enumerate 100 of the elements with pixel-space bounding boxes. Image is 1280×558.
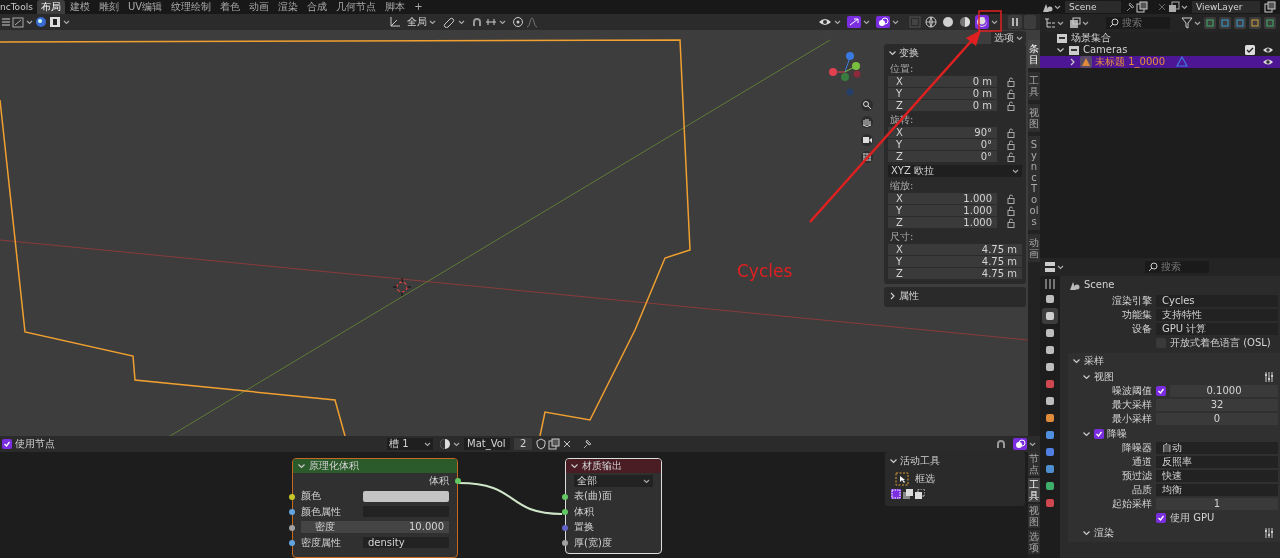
display-mode-icon[interactable] <box>1069 17 1081 29</box>
properties-icon[interactable] <box>1044 261 1056 273</box>
dropdown-field[interactable]: 快速 <box>1156 469 1278 482</box>
socket-dot[interactable] <box>289 524 295 531</box>
tool-settings-icon[interactable] <box>1044 278 1056 290</box>
workspace-tab[interactable]: 纹理绘制 <box>167 0 216 14</box>
copy-icon[interactable] <box>1136 1 1148 13</box>
gizmo-toggle-icon[interactable] <box>847 16 861 28</box>
side-tab[interactable]: 视图 <box>1028 104 1040 132</box>
outliner-icon[interactable] <box>1044 17 1056 29</box>
search-field[interactable]: 搜索 <box>1106 17 1170 29</box>
slot-dropdown[interactable]: 槽 1 <box>387 438 433 450</box>
camera-data-icon[interactable] <box>1176 56 1188 68</box>
number-field[interactable]: X 1.000 <box>888 193 997 204</box>
material-name-field[interactable]: Mat_Vol <box>464 438 510 450</box>
workspace-tab[interactable]: 渲染 <box>274 0 303 14</box>
number-field[interactable]: Y 1.000 <box>888 205 997 216</box>
outliner-row[interactable]: 场景集合 <box>1040 32 1280 44</box>
number-field[interactable]: X 0 m <box>888 76 997 87</box>
socket-dot[interactable] <box>289 493 295 500</box>
collection-button-icon[interactable] <box>1234 17 1246 29</box>
lock-icon[interactable] <box>1007 217 1017 228</box>
collection-icon[interactable] <box>1056 32 1068 44</box>
sphere-icon[interactable] <box>35 16 47 28</box>
add-workspace-button[interactable]: + <box>410 0 427 14</box>
node-header[interactable]: 原理化体积 <box>293 459 457 473</box>
node-card[interactable]: 原理化体积 体积 颜色 颜色属性 密度 10.000 密度属性 density <box>292 458 458 558</box>
checkbox[interactable] <box>2 439 12 449</box>
side-tab[interactable]: 条目 <box>1028 40 1040 68</box>
workspace-tab[interactable]: 合成 <box>303 0 332 14</box>
number-field[interactable]: Y 4.75 m <box>888 256 1022 267</box>
socket-dot[interactable] <box>562 509 568 515</box>
panel-title[interactable]: 属性 <box>899 290 919 302</box>
camera-object-icon[interactable] <box>1080 56 1092 68</box>
panel-title[interactable]: 变换 <box>899 47 919 59</box>
view-layer-field[interactable]: ViewLayer <box>1192 1 1260 13</box>
pin-icon[interactable] <box>1125 1 1135 13</box>
workspace-tab[interactable]: 建模 <box>66 0 94 14</box>
outliner-row[interactable]: 未标题 1_0000 <box>1040 56 1280 68</box>
globe-icon[interactable] <box>924 15 938 29</box>
number-field[interactable]: Y 0 m <box>888 88 997 99</box>
dropdown-field[interactable]: 支持特性 <box>1156 308 1278 321</box>
copy-icon[interactable] <box>1264 1 1276 13</box>
lock-icon[interactable] <box>1007 76 1017 87</box>
grid-icon[interactable] <box>861 151 873 163</box>
shaded-sphere-icon[interactable] <box>958 15 972 29</box>
node-header[interactable]: 材质输出 <box>566 459 661 473</box>
dropdown-field[interactable]: 自动 <box>1156 441 1278 454</box>
text-field[interactable]: density <box>363 537 449 549</box>
number-field[interactable]: 1 <box>1156 497 1278 510</box>
dropdown-field[interactable]: 均衡 <box>1156 483 1278 496</box>
mode-subtract-icon[interactable] <box>915 489 925 499</box>
eye-icon[interactable] <box>1262 57 1274 67</box>
dropdown-field[interactable]: Cycles <box>1156 294 1278 307</box>
shield-icon[interactable] <box>536 438 547 450</box>
editor-type-icon[interactable] <box>12 16 24 28</box>
axes-icon[interactable] <box>389 16 401 28</box>
workspace-tab[interactable]: 着色 <box>216 0 245 14</box>
eye-icon[interactable] <box>1262 45 1274 55</box>
collection-button-icon[interactable] <box>1204 17 1216 29</box>
panel-title[interactable]: 活动工具 <box>900 455 940 467</box>
presets-icon[interactable] <box>1264 527 1274 538</box>
checkbox[interactable] <box>1094 428 1104 439</box>
workspace-tab[interactable]: 几何节点 <box>332 0 381 14</box>
subpanel-title[interactable]: 降噪 <box>1107 427 1127 440</box>
filter-icon[interactable] <box>1181 17 1193 29</box>
magnet-icon[interactable] <box>471 16 483 28</box>
collection-button-icon[interactable] <box>1264 17 1276 29</box>
dropdown-field[interactable]: GPU 计算 <box>1156 322 1278 335</box>
subpanel-title[interactable]: 渲染 <box>1094 526 1114 539</box>
number-field[interactable]: Z 0 m <box>888 100 997 111</box>
material-icon[interactable] <box>439 438 451 450</box>
user-count[interactable]: 2 <box>514 438 533 450</box>
chevron-icon[interactable] <box>888 290 897 302</box>
lock-icon[interactable] <box>1007 139 1017 150</box>
number-field[interactable]: X 90° <box>888 127 997 138</box>
number-field[interactable]: Z 1.000 <box>888 217 997 228</box>
panel-title[interactable]: 采样 <box>1084 355 1104 367</box>
number-field[interactable]: Z 0° <box>888 151 997 162</box>
number-field[interactable]: 密度 10.000 <box>301 521 449 534</box>
workspace-tab[interactable]: 脚本 <box>381 0 410 14</box>
socket-dot[interactable] <box>289 509 295 515</box>
socket-dot[interactable] <box>562 540 568 546</box>
options-dropdown[interactable]: 选项 <box>991 31 1026 45</box>
overlay-toggle-icon[interactable] <box>1013 438 1027 450</box>
side-tab[interactable]: 选项 <box>1028 530 1040 554</box>
side-tab[interactable]: 工具 <box>1028 72 1040 100</box>
side-tab[interactable]: 视图 <box>1028 504 1040 528</box>
eye-icon[interactable] <box>818 16 832 28</box>
number-field[interactable]: Z 4.75 m <box>888 268 1022 279</box>
mode-extend-icon[interactable] <box>903 489 913 499</box>
socket-dot[interactable] <box>562 493 568 500</box>
proportional-icon[interactable] <box>512 16 524 28</box>
number-field[interactable]: 0.1000 <box>1170 384 1278 397</box>
checkbox-label[interactable]: 使用节点 <box>15 438 55 450</box>
lock-icon[interactable] <box>1007 151 1017 162</box>
lock-icon[interactable] <box>1007 100 1017 111</box>
collection-icon[interactable] <box>1068 44 1080 56</box>
outliner-row[interactable]: Cameras <box>1040 44 1280 56</box>
side-tab[interactable]: 节点 <box>1028 452 1040 476</box>
